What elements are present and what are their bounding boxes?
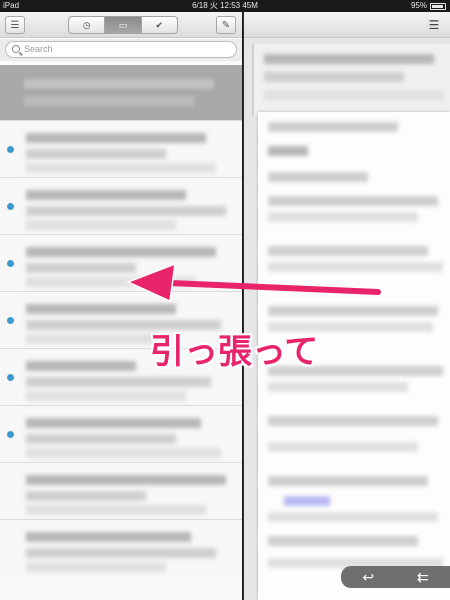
list-item[interactable] — [0, 177, 242, 234]
pulled-message-banner[interactable] — [0, 65, 242, 120]
reply-toolbar: ↩ ⇇ — [341, 566, 450, 588]
message-list-pane: ☰ ◷ ▭ ✔ ✎ Search — [0, 12, 243, 600]
menu-icon: ☰ — [428, 18, 440, 32]
reply-all-icon[interactable]: ⇇ — [417, 569, 429, 586]
menu-button[interactable]: ☰ — [5, 16, 25, 34]
tab-later[interactable]: ◷ — [69, 17, 104, 33]
compose-button[interactable]: ✎ — [216, 16, 236, 34]
search-bar: Search — [0, 39, 242, 61]
list-item[interactable] — [0, 519, 242, 576]
folder-segmented-control: ◷ ▭ ✔ — [68, 16, 178, 34]
clock-icon: ◷ — [82, 19, 91, 30]
unread-dot-icon — [7, 431, 14, 438]
tab-done[interactable]: ✔ — [140, 17, 177, 33]
search-icon — [12, 45, 20, 53]
battery-icon — [430, 2, 446, 10]
list-item[interactable] — [0, 405, 242, 462]
message-detail-pane: ☰ — [244, 12, 450, 600]
inbox-icon: ▭ — [118, 19, 128, 30]
tab-inbox[interactable]: ▭ — [104, 17, 141, 33]
search-placeholder: Search — [24, 44, 53, 54]
menu-icon: ☰ — [10, 19, 20, 31]
compose-icon: ✎ — [221, 19, 231, 31]
list-item[interactable] — [0, 462, 242, 519]
message-header — [252, 44, 450, 116]
status-right: 95% — [411, 0, 446, 12]
status-bar: iPad 6/18 火 12:53 45M 95% — [0, 0, 450, 12]
check-icon: ✔ — [155, 19, 164, 30]
detail-menu-button[interactable]: ☰ — [424, 16, 444, 34]
unread-dot-icon — [7, 374, 14, 381]
reply-icon[interactable]: ↩ — [362, 569, 374, 586]
unread-dot-icon — [7, 260, 14, 267]
list-item[interactable] — [0, 120, 242, 177]
detail-toolbar: ☰ — [244, 12, 450, 38]
list-item[interactable] — [0, 234, 242, 291]
annotation-text: 引っ張って — [150, 332, 319, 372]
clock: 6/18 火 12:53 45M — [192, 1, 258, 10]
search-input[interactable]: Search — [5, 41, 237, 58]
unread-dot-icon — [7, 317, 14, 324]
unread-dot-icon — [7, 203, 14, 210]
list-toolbar: ☰ ◷ ▭ ✔ ✎ — [0, 12, 242, 38]
battery-percent: 95% — [410, 1, 427, 10]
unread-dot-icon — [7, 146, 14, 153]
